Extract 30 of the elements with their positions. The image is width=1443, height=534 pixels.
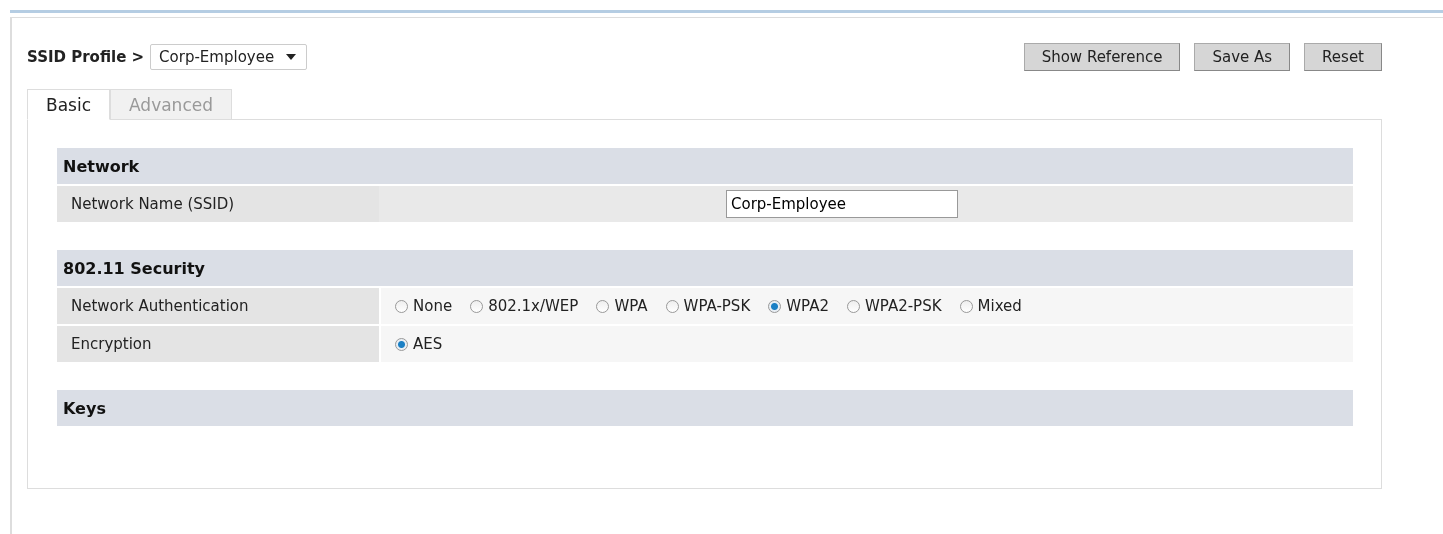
radio-button[interactable] — [959, 299, 973, 313]
radio-label: 802.1x/WEP — [488, 297, 579, 315]
profile-select[interactable]: Corp-Employee — [150, 44, 308, 70]
radio-label: WPA2-PSK — [864, 297, 942, 315]
radio-button[interactable] — [596, 299, 610, 313]
section-header: Keys — [57, 390, 1353, 426]
radio-label: WPA-PSK — [683, 297, 751, 315]
tab[interactable]: Basic — [27, 89, 110, 120]
field-label: Encryption — [57, 326, 379, 362]
radio-button[interactable] — [846, 299, 860, 313]
caret-icon — [286, 54, 297, 60]
radio-label: WPA2 — [786, 297, 829, 315]
radio-button[interactable] — [395, 299, 408, 313]
toolbar-button[interactable]: Save As — [1194, 43, 1291, 71]
radio-button[interactable] — [665, 299, 679, 313]
radio-label: WPA — [614, 297, 648, 315]
radio-label: Mixed — [977, 297, 1022, 315]
radio-label: AES — [413, 335, 443, 353]
section-header: Network — [57, 148, 1353, 184]
radio-button[interactable] — [768, 299, 782, 313]
radio-button[interactable] — [395, 337, 408, 351]
section-header: 802.11 Security — [57, 250, 1353, 286]
radio-button[interactable] — [470, 299, 484, 313]
toolbar-button[interactable]: Reset — [1304, 43, 1382, 71]
field-label: Network Name (SSID) — [57, 186, 379, 222]
toolbar-button[interactable]: Show Reference — [1023, 43, 1181, 71]
input-field[interactable]: Corp-Employee — [726, 190, 958, 218]
field-label: Network Authentication — [57, 288, 379, 324]
profile-label: SSID Profile > — [27, 48, 145, 66]
radio-label: None — [413, 297, 453, 315]
